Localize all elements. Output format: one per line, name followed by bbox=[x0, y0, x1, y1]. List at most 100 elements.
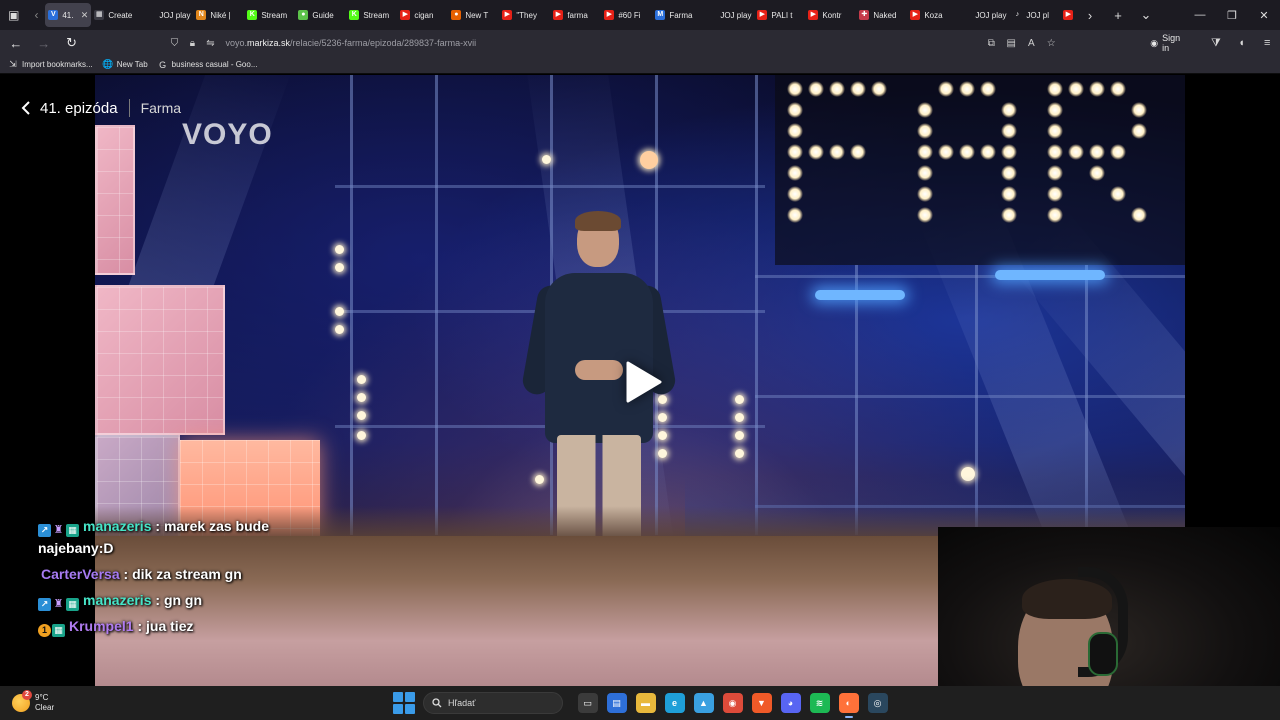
shield-icon[interactable]: ⛉ bbox=[165, 34, 183, 52]
browser-tab[interactable]: M Farma bbox=[652, 3, 703, 27]
sign-in-button[interactable]: ◉ Sign in bbox=[1150, 33, 1189, 53]
reader-view-icon[interactable]: ▤ bbox=[1002, 34, 1020, 52]
sign-bulb bbox=[917, 123, 933, 139]
task-view-taskbar-icon[interactable]: ▭ bbox=[577, 693, 598, 713]
permissions-icon[interactable]: ⇋ bbox=[201, 34, 219, 52]
browser-tab[interactable]: ▶ farma bbox=[550, 3, 601, 27]
browser-tab[interactable]: ▶ #60 Fi bbox=[601, 3, 652, 27]
chrome-taskbar-icon[interactable]: ◉ bbox=[722, 693, 743, 713]
tab-scroll-left-button[interactable]: ‹ bbox=[28, 0, 46, 30]
browser-tab[interactable]: K Stream bbox=[244, 3, 295, 27]
tab-label: JOJ play bbox=[720, 10, 752, 20]
chat-message: ↗ ♜ ▦ manazeris : gn gn bbox=[38, 589, 298, 611]
chat-message: CarterVersa : dik za stream gn bbox=[38, 563, 298, 585]
reload-icon: ↻ bbox=[66, 35, 77, 50]
minimize-button[interactable]: — bbox=[1184, 0, 1216, 30]
picture-in-picture-icon[interactable]: ⧉ bbox=[982, 34, 1000, 52]
tab-label: Stream bbox=[363, 10, 390, 20]
browser-tab[interactable]: ▶ Kontr bbox=[805, 3, 856, 27]
new-tab-button[interactable]: + bbox=[1104, 0, 1132, 30]
url-bar[interactable]: ⛉ 🔒︎ ⇋ voyo.markiza.sk/relacie/5236-farm… bbox=[165, 32, 1068, 54]
extensions-icon[interactable]: ⧩ bbox=[1203, 31, 1229, 55]
chat-username[interactable]: manazeris bbox=[83, 592, 151, 608]
forward-button[interactable]: → bbox=[32, 31, 56, 55]
browser-tab[interactable]: V 41. ✕ bbox=[45, 3, 92, 27]
navigation-bar: ← → ↻ ⛉ 🔒︎ ⇋ voyo.markiza.sk/relacie/523… bbox=[0, 30, 1280, 56]
tab-label: PALI t bbox=[771, 10, 793, 20]
browser-tab[interactable]: ▶FA bbox=[1060, 3, 1076, 27]
taskbar-search[interactable]: Hľadať bbox=[423, 692, 563, 714]
sign-bulb bbox=[1110, 81, 1126, 97]
translate-icon[interactable]: A bbox=[1022, 34, 1040, 52]
bookmark-item[interactable]: Gbusiness casual - Goo... bbox=[158, 60, 257, 70]
browser-tab[interactable]: ♪ JOJ pl bbox=[1009, 3, 1060, 27]
lock-icon[interactable]: 🔒︎ bbox=[183, 34, 201, 52]
microsoft-store-taskbar-icon[interactable]: ▤ bbox=[606, 693, 627, 713]
tab-label: Naked bbox=[873, 10, 897, 20]
browser-tab[interactable]: ✚ Naked bbox=[856, 3, 907, 27]
sign-bulb bbox=[1131, 123, 1147, 139]
tab-label: Koza bbox=[924, 10, 943, 20]
browser-tab[interactable]: N Niké | bbox=[193, 3, 244, 27]
reload-button[interactable]: ↻ bbox=[60, 31, 84, 55]
bookmark-item[interactable]: ⇲ Import bookmarks... bbox=[8, 59, 92, 70]
tab-list-button[interactable]: ▣ bbox=[0, 0, 28, 30]
header-divider bbox=[128, 99, 130, 117]
browser-tab[interactable]: ● New T bbox=[448, 3, 499, 27]
tab-label: "They bbox=[516, 10, 537, 20]
discord-taskbar-icon[interactable]: ◕ bbox=[780, 693, 801, 713]
file-explorer-taskbar-icon[interactable]: ▬ bbox=[635, 693, 656, 713]
close-window-button[interactable]: ✕ bbox=[1248, 0, 1280, 30]
sign-bulb bbox=[871, 81, 887, 97]
browser-tab[interactable]: ● Guide bbox=[295, 3, 346, 27]
weather-widget[interactable]: 2 9°C Clear bbox=[12, 690, 72, 713]
tab-favicon-icon: ▶ bbox=[757, 10, 768, 20]
browser-tab[interactable]: ▶ cigan bbox=[397, 3, 448, 27]
spotify-taskbar-icon[interactable]: ≋ bbox=[809, 693, 830, 713]
sign-bulb bbox=[1068, 81, 1084, 97]
player-back-button[interactable] bbox=[18, 97, 34, 119]
play-button[interactable] bbox=[614, 355, 668, 409]
start-button[interactable] bbox=[393, 692, 415, 714]
browser-tab[interactable]: JOJ play bbox=[703, 3, 754, 27]
sign-bulb bbox=[980, 81, 996, 97]
maximize-button[interactable]: ❐ bbox=[1216, 0, 1248, 30]
url-text[interactable]: voyo.markiza.sk/relacie/5236-farma/epizo… bbox=[225, 38, 476, 48]
back-button[interactable]: ← bbox=[4, 31, 28, 55]
addon-icon[interactable]: ◖ bbox=[1229, 31, 1255, 55]
tab-scroll-right-button[interactable]: › bbox=[1076, 0, 1104, 30]
firefox-taskbar-icon[interactable]: ◐ bbox=[838, 693, 859, 718]
browser-tab[interactable]: ▶ Koza bbox=[907, 3, 958, 27]
photos-taskbar-icon[interactable]: ▲ bbox=[693, 693, 714, 713]
browser-tab[interactable]: ▶ PALI t bbox=[754, 3, 805, 27]
browser-tab[interactable]: ▦ Create bbox=[91, 3, 142, 27]
prime-badge-icon: ↗ bbox=[38, 524, 51, 537]
browser-tab[interactable]: ▶ "They bbox=[499, 3, 550, 27]
steam-taskbar-icon[interactable]: ◎ bbox=[867, 693, 888, 713]
minimize-icon: — bbox=[1194, 9, 1206, 21]
chat-username[interactable]: manazeris bbox=[83, 518, 151, 534]
bookmark-star-icon[interactable]: ☆ bbox=[1042, 34, 1060, 52]
edge-taskbar-icon[interactable]: e bbox=[664, 693, 685, 713]
sign-bulb bbox=[1089, 165, 1105, 181]
tab-label: Kontr bbox=[822, 10, 842, 20]
chat-separator: : bbox=[151, 518, 164, 534]
browser-tab[interactable]: JOJ play bbox=[958, 3, 1009, 27]
sign-bulb bbox=[938, 81, 954, 97]
tab-favicon-icon: ▶ bbox=[502, 10, 513, 20]
close-tab-icon[interactable]: ✕ bbox=[81, 10, 89, 21]
chat-username[interactable]: Krumpel1 bbox=[69, 618, 134, 634]
close-icon: ✕ bbox=[1259, 9, 1269, 22]
account-icon: ◉ bbox=[1150, 37, 1159, 48]
chat-username[interactable]: CarterVersa bbox=[41, 566, 120, 582]
tab-list-icon: ▣ bbox=[8, 8, 20, 22]
menu-icon[interactable]: ≡ bbox=[1254, 31, 1280, 55]
search-placeholder: Hľadať bbox=[448, 698, 476, 708]
list-all-tabs-button[interactable]: ⌄ bbox=[1132, 0, 1160, 30]
brave-taskbar-icon[interactable]: ▼ bbox=[751, 693, 772, 713]
bookmark-item[interactable]: 🌐 New Tab bbox=[102, 59, 148, 70]
chat-message-text: dik za stream gn bbox=[132, 566, 242, 582]
browser-tab[interactable]: K Stream bbox=[346, 3, 397, 27]
sign-bulb bbox=[1047, 165, 1063, 181]
browser-tab[interactable]: JOJ play bbox=[142, 3, 193, 27]
